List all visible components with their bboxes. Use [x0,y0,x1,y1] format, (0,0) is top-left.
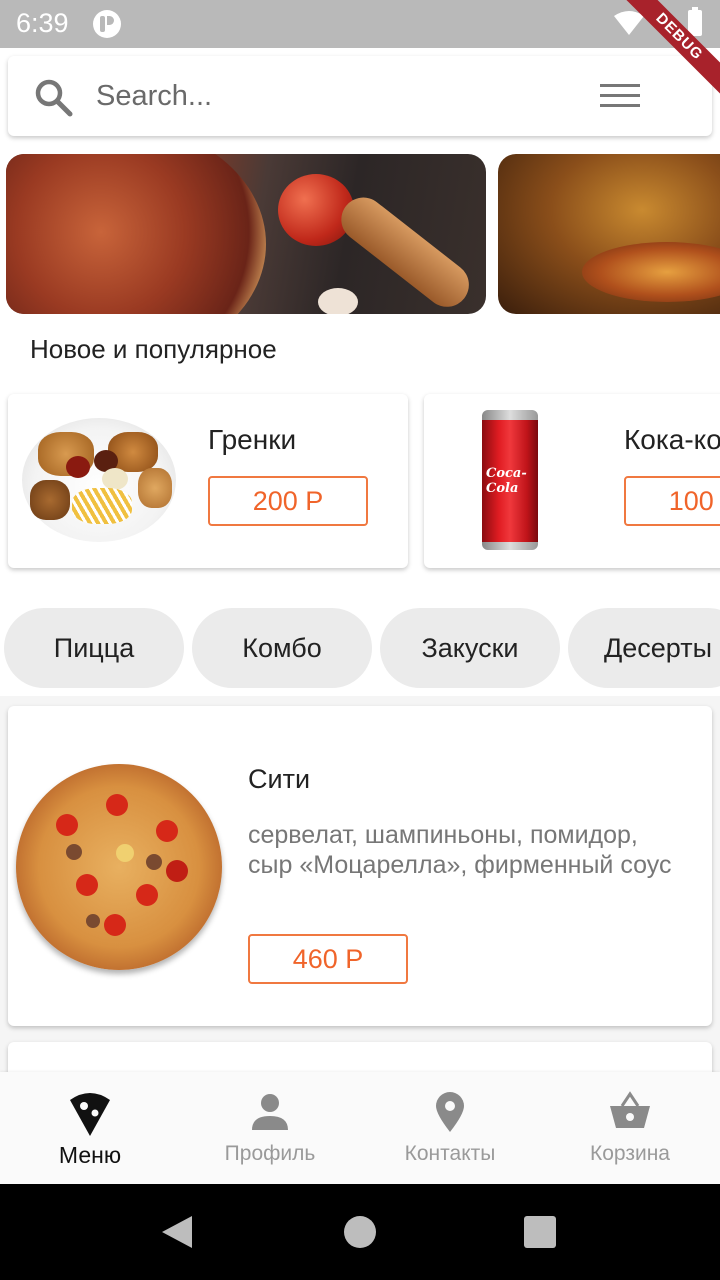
category-chip-desserts[interactable]: Десерты [568,608,720,688]
nav-label: Контакты [404,1142,496,1165]
product-description: сервелат, шампиньоны, помидор, сыр «Моца… [248,821,672,879]
product-name: Сити [248,764,311,794]
category-chip-pizza[interactable]: Пицца [4,608,184,688]
search-bar [8,56,712,136]
nav-item-menu[interactable]: Меню [0,1072,180,1184]
price-button[interactable]: 460 Р [248,934,408,984]
status-bar: 6:39 [0,0,720,48]
popular-item-card[interactable]: Coca-Cola Кока-кола 100 Р [424,394,720,568]
hamburger-menu-icon[interactable] [600,84,640,108]
search-input[interactable] [96,74,566,118]
cola-can-image: Coca-Cola [482,410,538,550]
promo-banner[interactable] [6,154,486,314]
back-icon[interactable] [162,1216,192,1248]
product-card[interactable]: Сити сервелат, шампиньоны, помидор, сыр … [8,706,712,1026]
recent-apps-icon[interactable] [524,1216,556,1248]
location-pin-icon [436,1092,464,1132]
price-button[interactable]: 200 Р [208,476,368,526]
popular-item-name: Гренки [208,424,297,455]
croutons-image [22,418,176,542]
basket-icon [610,1091,650,1128]
section-title: Новое и популярное [30,334,277,364]
home-icon[interactable] [344,1216,376,1248]
pizza-slice-icon [70,1093,110,1136]
search-icon[interactable] [34,78,74,118]
pizza-image [582,242,720,302]
price-button[interactable]: 100 Р [624,476,720,526]
nav-label: Профиль [224,1142,316,1165]
category-chip-combo[interactable]: Комбо [192,608,372,688]
popular-item-name: Кока-кола [624,424,720,455]
nav-label: Корзина [590,1142,670,1165]
person-icon [252,1094,288,1130]
nav-item-contacts[interactable]: Контакты [360,1072,540,1184]
nav-item-cart[interactable]: Корзина [540,1072,720,1184]
nav-label: Меню [58,1142,122,1168]
notification-app-icon [93,10,121,38]
category-chip-snacks[interactable]: Закуски [380,608,560,688]
popular-item-card[interactable]: Гренки 200 Р [8,394,408,568]
promo-banner[interactable] [498,154,720,314]
pizza-image [16,764,222,970]
nav-item-profile[interactable]: Профиль [180,1072,360,1184]
app-screen: 6:39 DEBUG Новое и популярное [0,0,720,1280]
bottom-navigation: Меню Профиль Контакты Корзина [0,1072,720,1184]
status-time: 6:39 [16,8,69,38]
